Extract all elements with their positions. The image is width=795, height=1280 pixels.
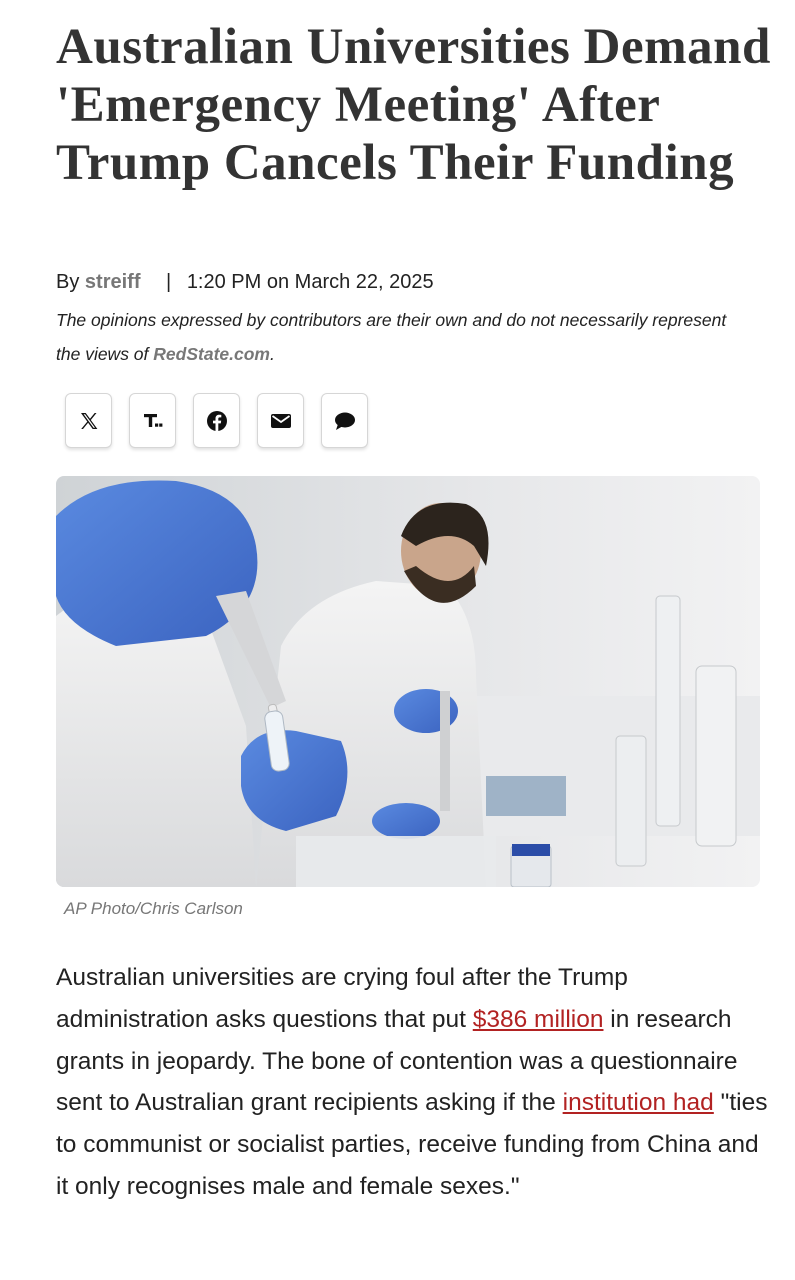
byline-separator: | [166, 271, 172, 293]
contributor-disclaimer: The opinions expressed by contributors a… [56, 303, 736, 371]
author-link[interactable]: streiff [85, 271, 141, 293]
article-image [56, 476, 760, 887]
site-name: RedState.com [153, 344, 270, 364]
byline-prefix: By [56, 271, 80, 293]
disclaimer-end: . [269, 344, 275, 364]
article-headline: Australian Universities Demand 'Emergenc… [56, 19, 771, 191]
x-share-button[interactable] [65, 393, 112, 448]
facebook-share-button[interactable] [193, 393, 240, 448]
comments-button[interactable] [321, 393, 368, 448]
byline: By streiff | 1:20 PM on March 22, 2025 [56, 271, 434, 294]
x-logo-icon [79, 411, 99, 431]
link-386-million[interactable]: $386 million [473, 1006, 604, 1033]
link-institution-had[interactable]: institution had [563, 1089, 714, 1116]
publish-timestamp: 1:20 PM on March 22, 2025 [186, 271, 434, 293]
image-caption: AP Photo/Chris Carlson [64, 899, 243, 918]
lab-photo-illustration [56, 476, 760, 887]
email-share-button[interactable] [257, 393, 304, 448]
article-page: Australian Universities Demand 'Emergenc… [0, 0, 795, 1280]
share-bar [65, 393, 368, 448]
townhall-t-icon [142, 411, 164, 431]
townhall-share-button[interactable] [129, 393, 176, 448]
speech-bubble-icon [334, 411, 356, 431]
facebook-icon [206, 410, 228, 432]
article-body: Australian universities are crying foul … [56, 957, 771, 1208]
envelope-icon [270, 412, 292, 430]
